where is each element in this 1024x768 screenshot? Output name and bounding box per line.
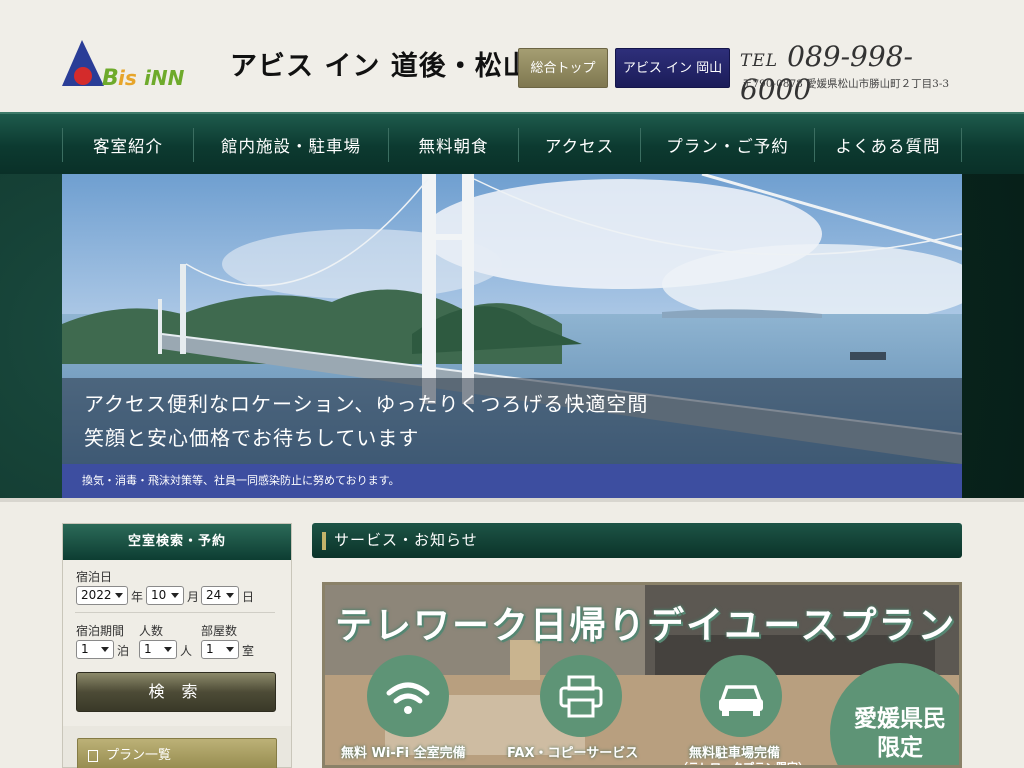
- ehime-line2: 限定: [877, 735, 923, 761]
- year-unit: 年: [131, 590, 144, 604]
- nav-item-rooms[interactable]: 客室紹介: [62, 128, 193, 162]
- main-site-button[interactable]: 総合トップ: [518, 48, 608, 88]
- logo-mark-icon: B is iNN: [62, 40, 185, 91]
- rooms-label: 部屋数: [201, 624, 238, 638]
- reservation-title: 空室検索・予約: [63, 524, 291, 560]
- covid-notice: 換気・消毒・飛沫対策等、社員一同感染防止に努めております。: [62, 464, 962, 498]
- form-divider: [75, 612, 275, 613]
- year-select[interactable]: 2022: [76, 586, 128, 605]
- people-label: 人数: [139, 624, 164, 638]
- tel-number: 089-998-6000: [740, 40, 913, 106]
- list-icon: [88, 750, 98, 762]
- people-select[interactable]: 1: [139, 640, 177, 659]
- plan-list-label: プラン一覧: [106, 748, 172, 763]
- hero-image: アクセス便利なロケーション、ゆったりくつろげる快適空間 笑顔と安心価格でお待ちし…: [62, 174, 962, 464]
- hero-headline: アクセス便利なロケーション、ゆったりくつろげる快適空間: [84, 392, 649, 416]
- nights-label: 宿泊期間: [76, 624, 125, 638]
- rooms-unit: 室: [242, 644, 255, 658]
- ehime-line1: 愛媛県民: [854, 706, 946, 732]
- nights-select[interactable]: 1: [76, 640, 114, 659]
- feature-fax: FAX・コピーサービス: [507, 746, 639, 761]
- nav-item-plans[interactable]: プラン・ご予約: [640, 128, 814, 162]
- month-unit: 月: [187, 590, 200, 604]
- people-unit: 人: [180, 644, 193, 658]
- day-unit: 日: [242, 590, 255, 604]
- plan-list-button[interactable]: プラン一覧: [77, 738, 277, 768]
- section-title: サービス・お知らせ: [334, 531, 478, 549]
- divider: [0, 498, 1024, 502]
- okayama-button[interactable]: アビス イン 岡山: [615, 48, 730, 88]
- checkin-label: 宿泊日: [76, 570, 113, 584]
- nav-item-facilities[interactable]: 館内施設・駐車場: [193, 128, 388, 162]
- month-select[interactable]: 10: [146, 586, 184, 605]
- ehime-badge-text: 愛媛県民 限定: [840, 705, 959, 763]
- nav-item-breakfast[interactable]: 無料朝食: [388, 128, 518, 162]
- section-bar-icon: [322, 532, 326, 550]
- nav-item-access[interactable]: アクセス: [518, 128, 640, 162]
- printer-icon: [540, 655, 622, 737]
- main-nav: 客室紹介 館内施設・駐車場 無料朝食 アクセス プラン・ご予約 よくある質問: [0, 112, 1024, 174]
- car-icon: [700, 655, 782, 737]
- feature-wifi: 無料 Wi-Fi 全室完備: [341, 746, 466, 761]
- nights-unit: 泊: [117, 644, 130, 658]
- telework-banner[interactable]: テレワーク日帰りデイユースプラン 無料 Wi-Fi 全室完備 FAX・コピーサー…: [322, 582, 962, 768]
- site-logo[interactable]: B is iNN アビス イン 道後・松山: [62, 38, 530, 91]
- nav-item-faq[interactable]: よくある質問: [814, 128, 962, 162]
- day-select[interactable]: 24: [201, 586, 239, 605]
- phone-number: TEL 089-998-6000: [740, 40, 960, 106]
- rooms-select[interactable]: 1: [201, 640, 239, 659]
- search-button[interactable]: 検 索: [76, 672, 276, 712]
- svg-text:iNN: iNN: [144, 66, 185, 90]
- logo-text: アビス イン 道後・松山: [230, 51, 531, 82]
- banner-title: テレワーク日帰りデイユースプラン: [335, 604, 957, 647]
- svg-text:B: B: [102, 66, 119, 90]
- hero-subheadline: 笑顔と安心価格でお待ちしています: [84, 426, 420, 450]
- reservation-form: 宿泊日 2022 年 10 月 24 日 宿泊期間 人数 部屋数 1 泊 1 人…: [63, 560, 291, 726]
- address: 〒790-0878 愛媛県松山市勝山町２丁目3-3: [742, 78, 950, 90]
- site-header: B is iNN アビス イン 道後・松山 総合トップ アビス イン 岡山 TE…: [0, 0, 1024, 112]
- feature-parking-note: （テレワークプラン限定）: [677, 761, 809, 768]
- section-header: サービス・お知らせ: [312, 523, 962, 558]
- tel-label: TEL: [740, 51, 779, 71]
- svg-text:is: is: [118, 66, 137, 90]
- reservation-panel: 空室検索・予約 宿泊日 2022 年 10 月 24 日 宿泊期間 人数 部屋数…: [62, 523, 292, 768]
- hero-section: アクセス便利なロケーション、ゆったりくつろげる快適空間 笑顔と安心価格でお待ちし…: [0, 174, 1024, 498]
- wifi-icon: [367, 655, 449, 737]
